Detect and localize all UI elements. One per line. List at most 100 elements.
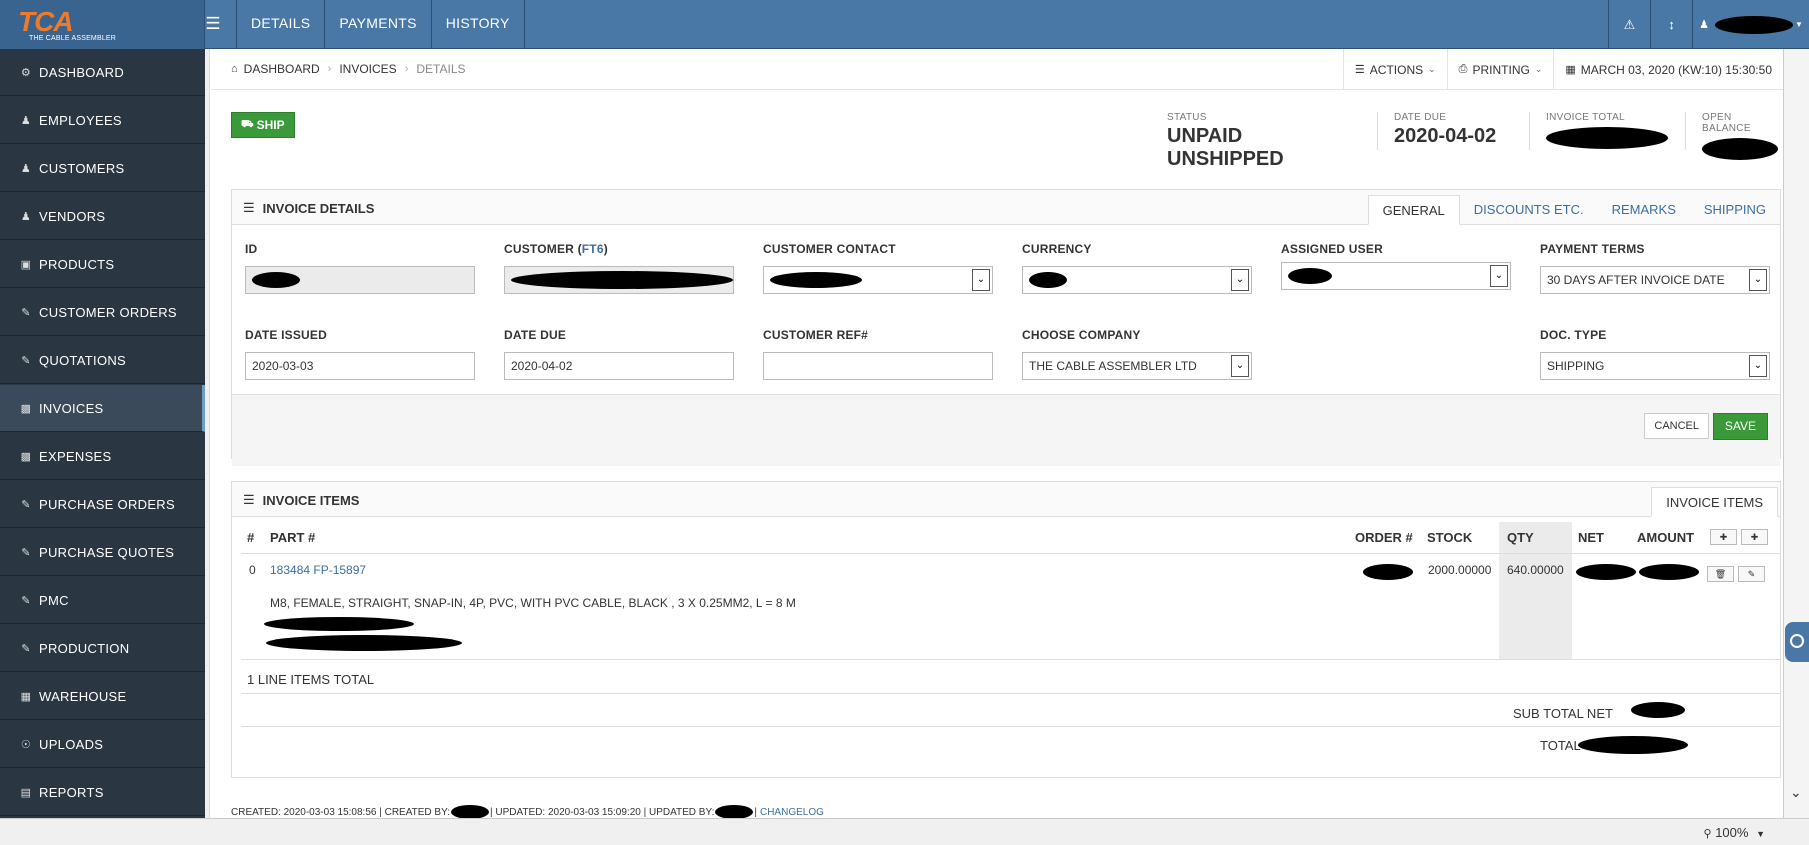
money-icon: ▩ [20, 402, 32, 415]
tab-remarks[interactable]: REMARKS [1598, 195, 1690, 225]
assigned-user-label: ASSIGNED USER [1281, 242, 1383, 256]
date-issued-label: DATE ISSUED [245, 328, 327, 342]
date-issued-input[interactable]: 2020-03-03 [245, 352, 475, 380]
zoom-icon: ⚲ [1703, 828, 1712, 840]
sidebar-item-warehouse[interactable]: ▦ WAREHOUSE [0, 673, 205, 720]
zoom-control[interactable]: ⚲ 100% ▼ [1704, 825, 1765, 840]
chevron-down-icon[interactable]: ⌄ [1790, 784, 1802, 801]
col-stock: STOCK [1427, 530, 1473, 545]
changelog-link[interactable]: CHANGELOG [760, 807, 824, 818]
nav-history[interactable]: HISTORY [430, 0, 525, 49]
col-index: # [247, 530, 255, 545]
chevron-down-icon: ⌄ [1231, 355, 1249, 377]
redacted-open-balance [1702, 138, 1778, 160]
item-qty: 640.00000 [1507, 563, 1564, 577]
customer-contact-select[interactable]: ⌄ [763, 266, 993, 294]
chevron-down-icon: ⌄ [1749, 355, 1767, 377]
edit-icon: ✎ [21, 498, 31, 511]
col-qty: QTY [1507, 530, 1534, 545]
sidebar-item-vendors[interactable]: ♟ VENDORS [0, 193, 205, 240]
sidebar-item-pmc[interactable]: ✎ PMC [0, 577, 205, 624]
item-description: M8, FEMALE, STRAIGHT, SNAP-IN, 4P, PVC, … [270, 596, 796, 610]
tab-discounts[interactable]: DISCOUNTS ETC. [1460, 195, 1598, 225]
audit-footer: CREATED: 2020-03-03 15:08:56 | CREATED B… [231, 805, 824, 819]
ship-button[interactable]: ⛟ SHIP [231, 112, 295, 138]
user-menu[interactable]: ♟ ▼ [1692, 0, 1809, 49]
edit-item-icon[interactable]: ✎ [1738, 566, 1765, 582]
sidebar-item-customers[interactable]: ♟ CUSTOMERS [0, 145, 205, 192]
dashboard-icon: ⚙ [20, 66, 32, 79]
date-due-input[interactable]: 2020-04-02 [504, 352, 734, 380]
sidebar-item-employees[interactable]: ♟ EMPLOYEES [0, 97, 205, 144]
table-icon: ▦ [20, 690, 32, 703]
right-scroll-strip[interactable]: ⌄ [1783, 49, 1809, 825]
chevron-down-icon: ⌄ [1428, 64, 1436, 74]
customer-ref-label: CUSTOMER REF# [763, 328, 869, 342]
breadcrumb-separator: › [404, 63, 409, 75]
currency-select[interactable]: ⌄ [1022, 266, 1252, 294]
redacted-invoice-total [1546, 127, 1668, 149]
upload-icon: ☉ [20, 738, 32, 751]
doc-type-select[interactable]: SHIPPING ⌄ [1540, 352, 1770, 380]
tab-general[interactable]: GENERAL [1367, 195, 1460, 225]
sidebar-item-customer-orders[interactable]: ✎ CUSTOMER ORDERS [0, 289, 205, 336]
redacted-contact [770, 272, 862, 288]
nav-details[interactable]: DETAILS [236, 0, 324, 49]
edit-icon: ✎ [21, 642, 31, 655]
printing-dropdown[interactable]: ⎙ PRINTING ⌄ [1446, 49, 1554, 90]
folder-icon: ▣ [20, 258, 32, 271]
breadcrumb-invoices[interactable]: INVOICES [339, 62, 396, 76]
browser-status-bar: ⚲ 100% ▼ [0, 818, 1809, 845]
top-right-tools: ⚠ ↕ ♟ ▼ [1608, 0, 1809, 49]
invoice-items-tabs: INVOICE ITEMS [1651, 487, 1780, 517]
customer-field [504, 266, 734, 294]
warning-icon[interactable]: ⚠ [1608, 0, 1650, 49]
chevron-down-icon: ⌄ [1749, 269, 1767, 291]
user-icon: ♟ [20, 114, 32, 127]
sidebar-item-purchase-quotes[interactable]: ✎ PURCHASE QUOTES [0, 529, 205, 576]
sidebar-item-purchase-orders[interactable]: ✎ PURCHASE ORDERS [0, 481, 205, 528]
nav-payments[interactable]: PAYMENTS [324, 0, 430, 49]
choose-company-select[interactable]: THE CABLE ASSEMBLER LTD ⌄ [1022, 352, 1252, 380]
delete-item-icon[interactable]: 🗑 [1707, 566, 1734, 582]
menu-toggle-icon[interactable]: ☰ [193, 14, 233, 34]
redacted-amount [1639, 564, 1699, 580]
sidebar-item-dashboard[interactable]: ⚙ DASHBOARD [0, 49, 205, 96]
breadcrumb-dashboard[interactable]: DASHBOARD [244, 62, 320, 76]
add-item-icon[interactable]: ✚ [1710, 529, 1737, 545]
actions-dropdown[interactable]: ☰ ACTIONS ⌄ [1342, 49, 1447, 90]
chevron-down-icon: ⌄ [1231, 269, 1249, 291]
remote-support-icon[interactable] [1785, 622, 1809, 662]
vertical-arrows-icon[interactable]: ↕ [1650, 0, 1692, 49]
printer-icon: ⎙ [1458, 63, 1468, 75]
breadcrumb-bar: ⌂ DASHBOARD › INVOICES › DETAILS ☰ ACTION… [211, 49, 1783, 90]
redacted-total [1578, 736, 1688, 754]
sidebar-item-production[interactable]: ✎ PRODUCTION [0, 625, 205, 672]
redacted-item-note [264, 617, 414, 631]
sidebar-item-invoices[interactable]: ▩ INVOICES [0, 385, 205, 432]
breadcrumb-actions: ☰ ACTIONS ⌄ ⎙ PRINTING ⌄ ▦ MARCH 03, 2020 (KW… [1342, 49, 1783, 90]
col-order: ORDER # [1355, 530, 1413, 545]
sidebar-item-uploads[interactable]: ☉ UPLOADS [0, 721, 205, 768]
app-logo[interactable]: TCA THE CABLE ASSEMBLER [0, 0, 205, 49]
tab-invoice-items[interactable]: INVOICE ITEMS [1651, 487, 1778, 517]
chevron-down-icon: ⌄ [1490, 265, 1508, 287]
breadcrumb-details: DETAILS [416, 62, 466, 76]
sidebar-item-quotations[interactable]: ✎ QUOTATIONS [0, 337, 205, 384]
sidebar-item-products[interactable]: ▣ PRODUCTS [0, 241, 205, 288]
add-item-below-icon[interactable]: ✚ [1741, 529, 1768, 545]
assigned-user-select[interactable]: ⌄ [1281, 262, 1511, 290]
sidebar-resize-handle[interactable] [205, 49, 210, 825]
customer-code-link[interactable]: FT6 [582, 242, 604, 256]
payment-terms-select[interactable]: 30 DAYS AFTER INVOICE DATE ⌄ [1540, 266, 1770, 294]
cancel-button[interactable]: CANCEL [1644, 413, 1709, 439]
item-part-link[interactable]: 183484 FP-15897 [270, 563, 366, 577]
money-icon: ▩ [20, 450, 32, 463]
customer-ref-input[interactable] [763, 352, 993, 380]
save-button[interactable]: SAVE [1712, 413, 1768, 440]
sidebar-item-expenses[interactable]: ▩ EXPENSES [0, 433, 205, 480]
list-icon: ☰ [243, 492, 255, 507]
id-field [245, 266, 475, 294]
sidebar-item-reports[interactable]: ▤ REPORTS [0, 769, 205, 816]
tab-shipping[interactable]: SHIPPING [1690, 195, 1780, 225]
